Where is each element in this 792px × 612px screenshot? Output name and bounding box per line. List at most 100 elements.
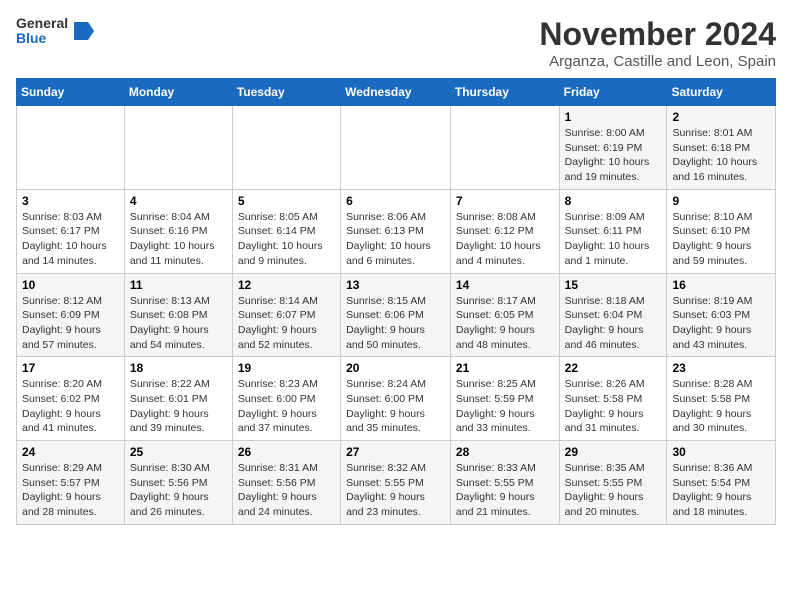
- day-number: 10: [22, 278, 119, 292]
- day-number: 30: [672, 445, 770, 459]
- calendar-cell: 29 Sunrise: 8:35 AM Sunset: 5:55 PM Dayli…: [559, 441, 667, 525]
- cell-content: Sunrise: 8:22 AM Sunset: 6:01 PM Dayligh…: [130, 377, 227, 436]
- cell-content: Sunrise: 8:24 AM Sunset: 6:00 PM Dayligh…: [346, 377, 445, 436]
- day-number: 22: [565, 361, 662, 375]
- cell-content: Sunrise: 8:20 AM Sunset: 6:02 PM Dayligh…: [22, 377, 119, 436]
- calendar-cell: 5 Sunrise: 8:05 AM Sunset: 6:14 PM Daylig…: [232, 189, 340, 273]
- col-header-wednesday: Wednesday: [341, 79, 451, 106]
- day-number: 17: [22, 361, 119, 375]
- calendar-table: SundayMondayTuesdayWednesdayThursdayFrid…: [16, 78, 776, 525]
- cell-content: Sunrise: 8:04 AM Sunset: 6:16 PM Dayligh…: [130, 210, 227, 269]
- logo: General Blue: [16, 16, 94, 47]
- calendar-cell: 10 Sunrise: 8:12 AM Sunset: 6:09 PM Dayli…: [17, 273, 125, 357]
- location-subtitle: Arganza, Castille and Leon, Spain: [539, 53, 776, 70]
- title-area: November 2024 Arganza, Castille and Leon…: [539, 16, 776, 70]
- day-number: 18: [130, 361, 227, 375]
- calendar-cell: 24 Sunrise: 8:29 AM Sunset: 5:57 PM Dayli…: [17, 441, 125, 525]
- month-title: November 2024: [539, 16, 776, 53]
- day-number: 28: [456, 445, 554, 459]
- calendar-cell: [341, 106, 451, 190]
- col-header-sunday: Sunday: [17, 79, 125, 106]
- calendar-cell: 22Sunrise: 8:26 AM Sunset: 5:58 PM Dayli…: [559, 357, 667, 441]
- calendar-cell: 25 Sunrise: 8:30 AM Sunset: 5:56 PM Dayli…: [124, 441, 232, 525]
- day-number: 1: [565, 110, 662, 124]
- cell-content: Sunrise: 8:15 AM Sunset: 6:06 PM Dayligh…: [346, 294, 445, 353]
- logo-icon: [72, 20, 94, 42]
- cell-content: Sunrise: 8:32 AM Sunset: 5:55 PM Dayligh…: [346, 461, 445, 520]
- day-number: 15: [565, 278, 662, 292]
- calendar-cell: 11Sunrise: 8:13 AM Sunset: 6:08 PM Dayli…: [124, 273, 232, 357]
- cell-content: Sunrise: 8:05 AM Sunset: 6:14 PM Dayligh…: [238, 210, 335, 269]
- col-header-thursday: Thursday: [450, 79, 559, 106]
- day-number: 6: [346, 194, 445, 208]
- col-header-friday: Friday: [559, 79, 667, 106]
- day-number: 21: [456, 361, 554, 375]
- calendar-cell: 2 Sunrise: 8:01 AM Sunset: 6:18 PM Daylig…: [667, 106, 776, 190]
- day-number: 3: [22, 194, 119, 208]
- cell-content: Sunrise: 8:06 AM Sunset: 6:13 PM Dayligh…: [346, 210, 445, 269]
- day-number: 25: [130, 445, 227, 459]
- calendar-cell: 20 Sunrise: 8:24 AM Sunset: 6:00 PM Dayli…: [341, 357, 451, 441]
- logo-general: General: [16, 16, 68, 31]
- cell-content: Sunrise: 8:28 AM Sunset: 5:58 PM Dayligh…: [672, 377, 770, 436]
- day-number: 29: [565, 445, 662, 459]
- calendar-cell: 18 Sunrise: 8:22 AM Sunset: 6:01 PM Dayli…: [124, 357, 232, 441]
- calendar-cell: 19 Sunrise: 8:23 AM Sunset: 6:00 PM Dayli…: [232, 357, 340, 441]
- cell-content: Sunrise: 8:01 AM Sunset: 6:18 PM Dayligh…: [672, 126, 770, 185]
- cell-content: Sunrise: 8:09 AM Sunset: 6:11 PM Dayligh…: [565, 210, 662, 269]
- day-number: 20: [346, 361, 445, 375]
- cell-content: Sunrise: 8:36 AM Sunset: 5:54 PM Dayligh…: [672, 461, 770, 520]
- calendar-cell: 27 Sunrise: 8:32 AM Sunset: 5:55 PM Dayli…: [341, 441, 451, 525]
- day-number: 4: [130, 194, 227, 208]
- cell-content: Sunrise: 8:31 AM Sunset: 5:56 PM Dayligh…: [238, 461, 335, 520]
- col-header-monday: Monday: [124, 79, 232, 106]
- calendar-cell: 23 Sunrise: 8:28 AM Sunset: 5:58 PM Dayli…: [667, 357, 776, 441]
- cell-content: Sunrise: 8:12 AM Sunset: 6:09 PM Dayligh…: [22, 294, 119, 353]
- calendar-cell: 3 Sunrise: 8:03 AM Sunset: 6:17 PM Daylig…: [17, 189, 125, 273]
- calendar-cell: 21Sunrise: 8:25 AM Sunset: 5:59 PM Dayli…: [450, 357, 559, 441]
- calendar-cell: 12 Sunrise: 8:14 AM Sunset: 6:07 PM Dayli…: [232, 273, 340, 357]
- cell-content: Sunrise: 8:19 AM Sunset: 6:03 PM Dayligh…: [672, 294, 770, 353]
- calendar-cell: 9Sunrise: 8:10 AM Sunset: 6:10 PM Daylig…: [667, 189, 776, 273]
- day-number: 12: [238, 278, 335, 292]
- cell-content: Sunrise: 8:14 AM Sunset: 6:07 PM Dayligh…: [238, 294, 335, 353]
- calendar-cell: [124, 106, 232, 190]
- day-number: 26: [238, 445, 335, 459]
- day-number: 13: [346, 278, 445, 292]
- calendar-cell: 17 Sunrise: 8:20 AM Sunset: 6:02 PM Dayli…: [17, 357, 125, 441]
- cell-content: Sunrise: 8:33 AM Sunset: 5:55 PM Dayligh…: [456, 461, 554, 520]
- calendar-cell: [450, 106, 559, 190]
- cell-content: Sunrise: 8:35 AM Sunset: 5:55 PM Dayligh…: [565, 461, 662, 520]
- day-number: 19: [238, 361, 335, 375]
- calendar-cell: [17, 106, 125, 190]
- day-number: 27: [346, 445, 445, 459]
- cell-content: Sunrise: 8:18 AM Sunset: 6:04 PM Dayligh…: [565, 294, 662, 353]
- calendar-cell: 26 Sunrise: 8:31 AM Sunset: 5:56 PM Dayli…: [232, 441, 340, 525]
- calendar-cell: 4 Sunrise: 8:04 AM Sunset: 6:16 PM Daylig…: [124, 189, 232, 273]
- page-header: General Blue November 2024 Arganza, Cast…: [16, 16, 776, 70]
- cell-content: Sunrise: 8:29 AM Sunset: 5:57 PM Dayligh…: [22, 461, 119, 520]
- cell-content: Sunrise: 8:23 AM Sunset: 6:00 PM Dayligh…: [238, 377, 335, 436]
- col-header-tuesday: Tuesday: [232, 79, 340, 106]
- day-number: 11: [130, 278, 227, 292]
- calendar-cell: 28 Sunrise: 8:33 AM Sunset: 5:55 PM Dayli…: [450, 441, 559, 525]
- calendar-cell: 30 Sunrise: 8:36 AM Sunset: 5:54 PM Dayli…: [667, 441, 776, 525]
- calendar-cell: 14 Sunrise: 8:17 AM Sunset: 6:05 PM Dayli…: [450, 273, 559, 357]
- cell-content: Sunrise: 8:03 AM Sunset: 6:17 PM Dayligh…: [22, 210, 119, 269]
- calendar-cell: 8Sunrise: 8:09 AM Sunset: 6:11 PM Daylig…: [559, 189, 667, 273]
- day-number: 24: [22, 445, 119, 459]
- day-number: 23: [672, 361, 770, 375]
- calendar-cell: 1 Sunrise: 8:00 AM Sunset: 6:19 PM Daylig…: [559, 106, 667, 190]
- cell-content: Sunrise: 8:00 AM Sunset: 6:19 PM Dayligh…: [565, 126, 662, 185]
- cell-content: Sunrise: 8:10 AM Sunset: 6:10 PM Dayligh…: [672, 210, 770, 269]
- day-number: 5: [238, 194, 335, 208]
- day-number: 14: [456, 278, 554, 292]
- cell-content: Sunrise: 8:17 AM Sunset: 6:05 PM Dayligh…: [456, 294, 554, 353]
- cell-content: Sunrise: 8:08 AM Sunset: 6:12 PM Dayligh…: [456, 210, 554, 269]
- calendar-cell: 6 Sunrise: 8:06 AM Sunset: 6:13 PM Daylig…: [341, 189, 451, 273]
- logo-blue: Blue: [16, 31, 68, 46]
- calendar-cell: 7Sunrise: 8:08 AM Sunset: 6:12 PM Daylig…: [450, 189, 559, 273]
- calendar-cell: 16Sunrise: 8:19 AM Sunset: 6:03 PM Dayli…: [667, 273, 776, 357]
- cell-content: Sunrise: 8:30 AM Sunset: 5:56 PM Dayligh…: [130, 461, 227, 520]
- day-number: 2: [672, 110, 770, 124]
